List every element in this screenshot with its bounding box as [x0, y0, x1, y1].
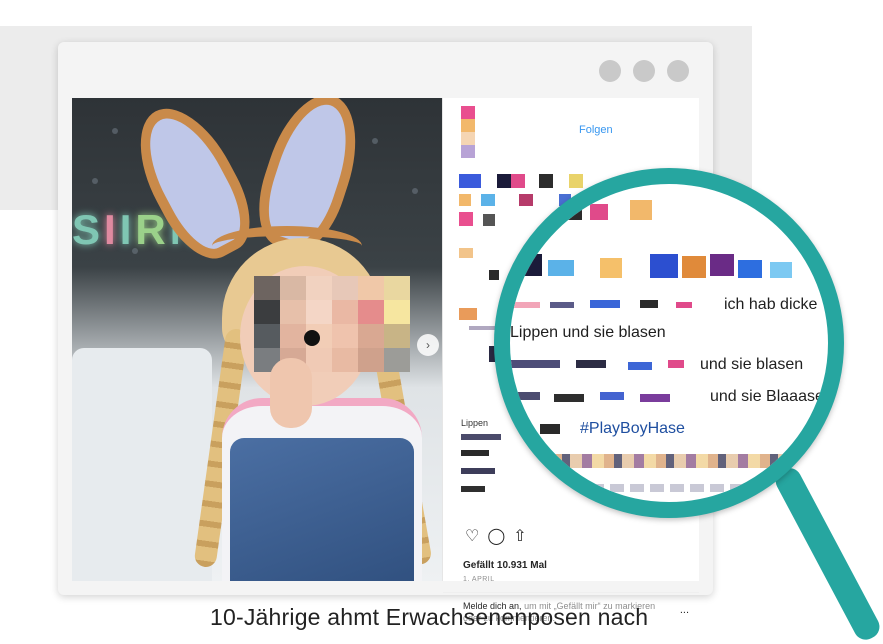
face-pixelation [254, 276, 410, 372]
window-dot [633, 60, 655, 82]
divider [443, 592, 699, 593]
follow-button[interactable]: Folgen [579, 124, 613, 136]
lens-text-line2: Lippen und sie blasen [510, 324, 666, 341]
caption-partial-label: Lippen [461, 418, 489, 428]
lens-text-line4: und sie Blaaasen [710, 388, 833, 405]
lens-text-line1: ich hab dicke [724, 296, 818, 313]
lollipop-shape [304, 330, 320, 346]
headband-shape [212, 226, 362, 266]
window-dot [599, 60, 621, 82]
window-dots [599, 60, 689, 82]
pixel-row [510, 388, 710, 408]
post-date: 1. APRIL [463, 576, 495, 583]
heart-icon[interactable]: ♡ [465, 526, 479, 546]
post-photo: SIIRN › [72, 98, 442, 581]
avatar[interactable] [461, 106, 475, 158]
magnifier-lens: ich hab dicke Lippen und sie blasen und … [494, 168, 844, 518]
likes-count: Gefällt 10.931 Mal [463, 560, 547, 571]
pixel-row [550, 484, 810, 492]
window-dot [667, 60, 689, 82]
sofa-shape [72, 348, 212, 581]
pixel-row [510, 420, 580, 440]
pixel-row [510, 198, 828, 278]
comment-icon[interactable]: ◯ [487, 526, 505, 546]
more-options-icon[interactable]: ... [680, 604, 689, 616]
page-background-top [0, 0, 883, 26]
hashtag-link[interactable]: #PlayBoyHase [580, 420, 685, 438]
lens-text-line3: und sie blasen [700, 356, 804, 373]
hand-shape [270, 358, 312, 428]
pixel-row [510, 356, 720, 376]
article-headline: 10-Jährige ahmt Erwachsenenposen nach [210, 604, 649, 630]
pixel-row [510, 294, 720, 314]
share-icon[interactable]: ⇧ [513, 526, 526, 546]
overall-shape [230, 438, 414, 581]
action-icons: ♡ ◯ ⇧ [465, 526, 527, 546]
pixel-row [510, 454, 828, 468]
next-arrow-icon[interactable]: › [417, 334, 439, 356]
